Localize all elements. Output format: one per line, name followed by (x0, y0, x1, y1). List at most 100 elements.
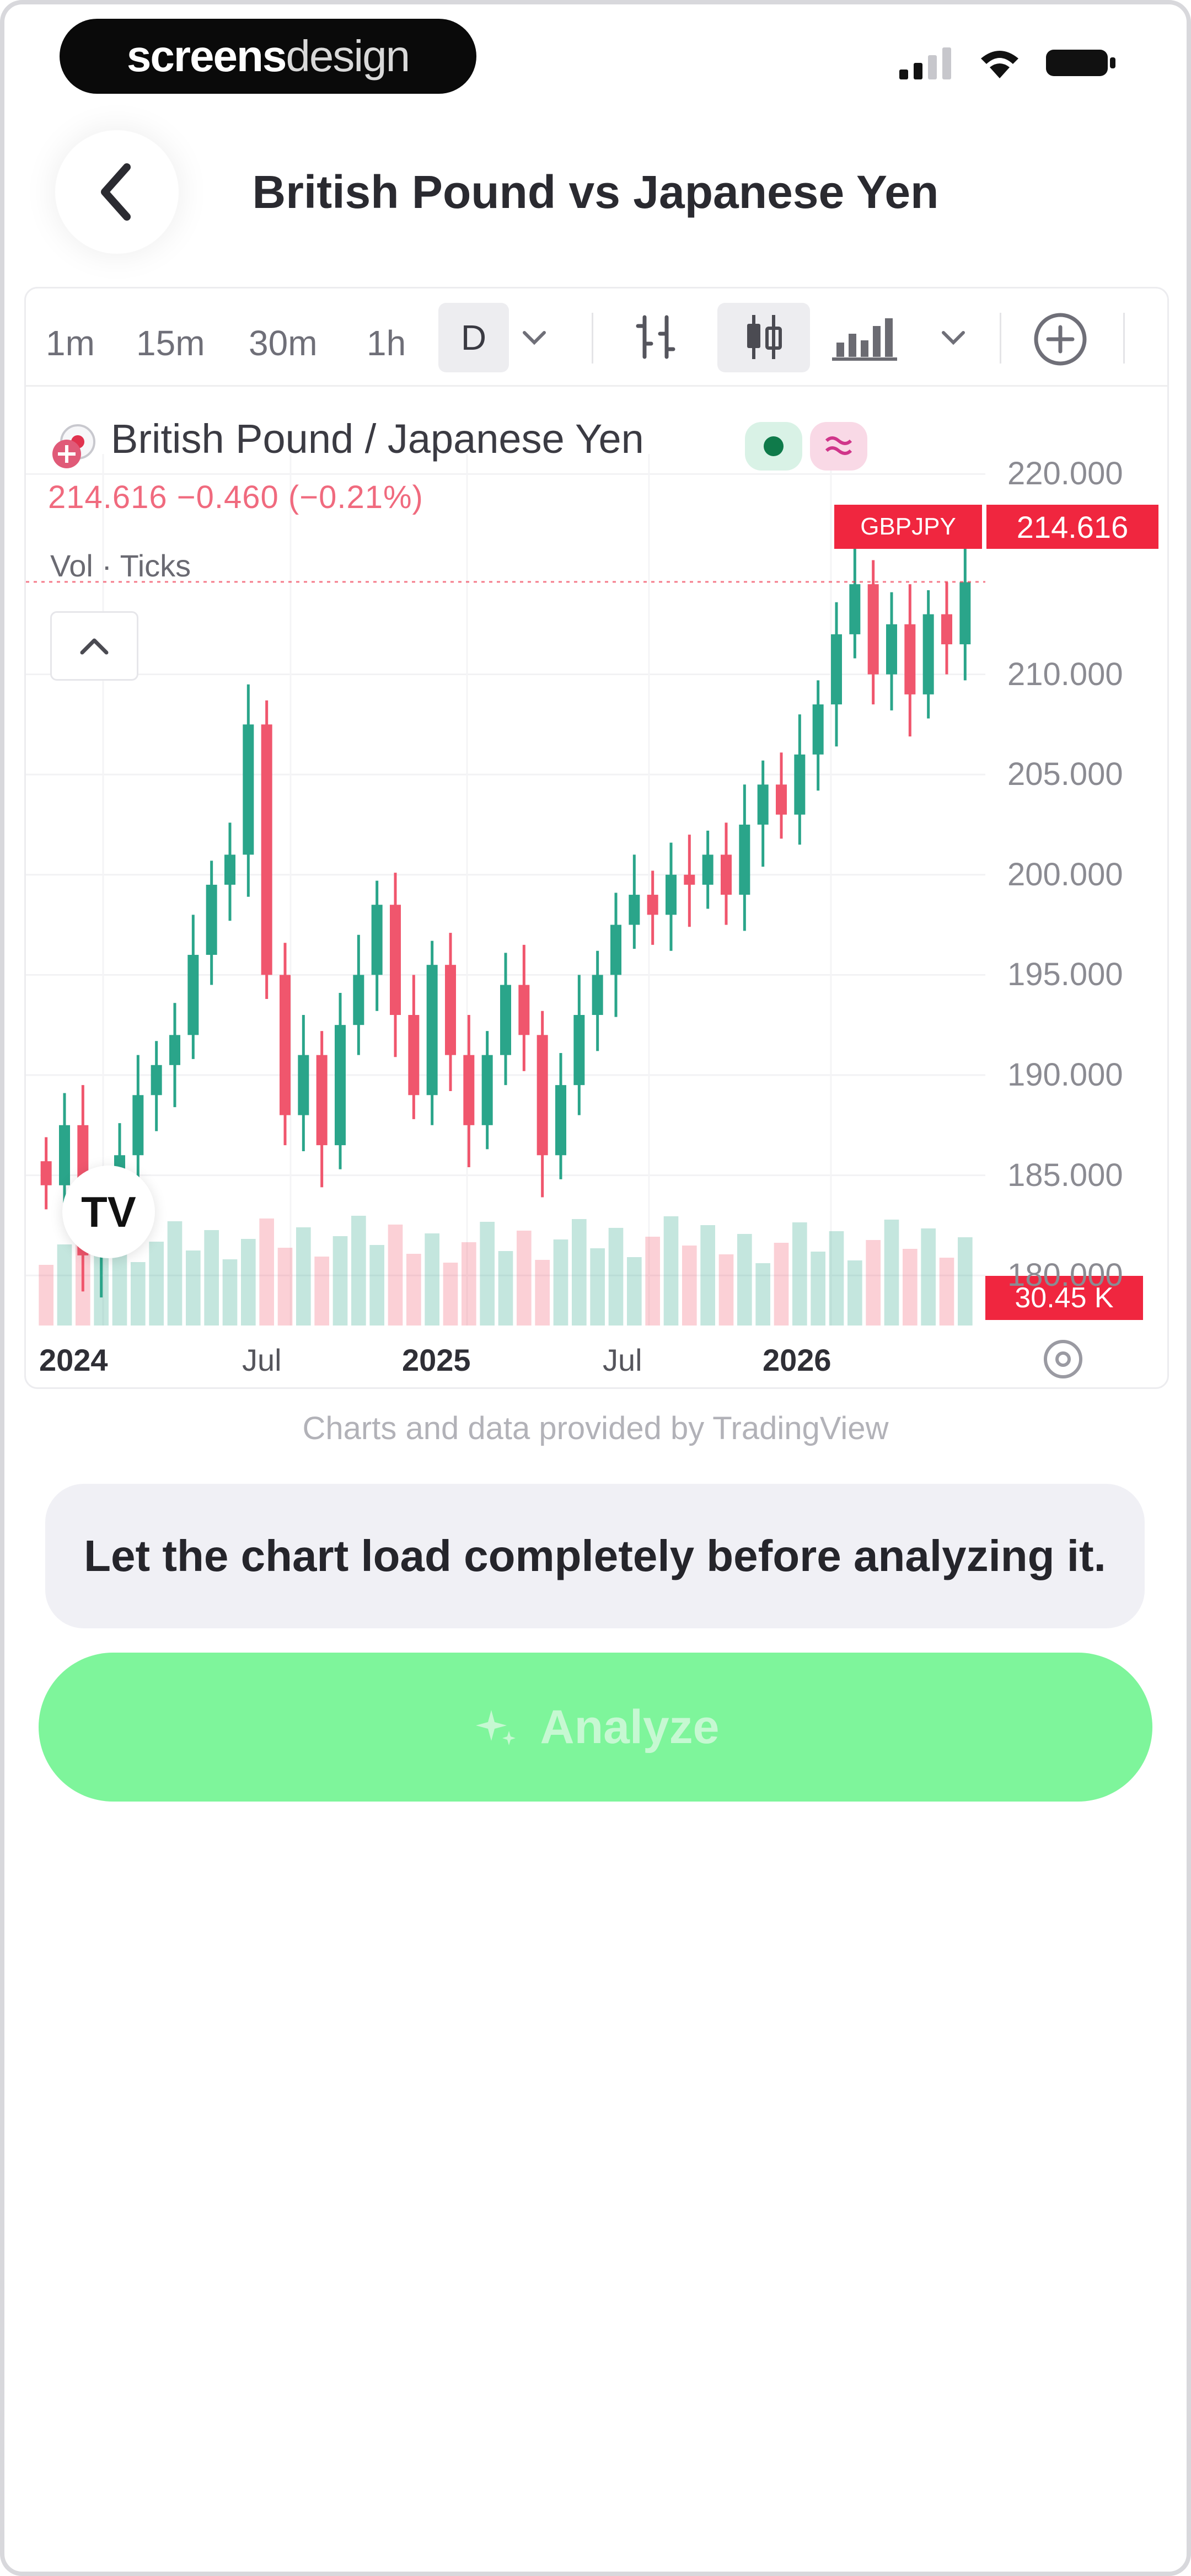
candle-body (463, 1055, 475, 1125)
volume-bar (847, 1260, 862, 1326)
volume-bar (241, 1239, 256, 1326)
y-axis-tick: 185.000 (1007, 1157, 1123, 1193)
y-axis-tick: 180.000 (1007, 1257, 1123, 1294)
candle-body (298, 1055, 309, 1115)
volume-bar (755, 1263, 770, 1326)
volume-bar (314, 1257, 329, 1326)
analyze-button[interactable]: Analyze (39, 1653, 1152, 1802)
gear-icon[interactable] (1040, 1337, 1086, 1382)
volume-bar (553, 1239, 568, 1326)
candle-body (390, 905, 401, 1016)
candle-body (316, 1055, 328, 1146)
y-axis-tick: 200.000 (1007, 856, 1123, 892)
symbol-price-tag: GBPJPY (834, 505, 982, 549)
volume-bar (351, 1216, 366, 1326)
volume-bar (535, 1260, 550, 1326)
volume-bar (737, 1234, 752, 1326)
x-axis-tick: 2025 (402, 1343, 471, 1377)
brand-text-bold: screens (126, 31, 287, 81)
volume-bar (774, 1243, 789, 1326)
candle-body (684, 874, 695, 885)
candle-body (959, 582, 971, 645)
candle-body (243, 724, 254, 855)
candle-body (518, 985, 530, 1035)
candle-body (280, 975, 291, 1115)
candle-body (776, 784, 787, 815)
currency-pair-icon (52, 424, 95, 468)
x-axis-tick: Jul (603, 1343, 642, 1377)
candle-body (555, 1085, 566, 1156)
y-axis-tick: 205.000 (1007, 756, 1123, 793)
volume-bar (388, 1225, 403, 1326)
wifi-icon (981, 51, 1018, 78)
sparkle-icon (476, 1710, 516, 1745)
x-axis-tick: 2024 (39, 1343, 108, 1377)
volume-bar (866, 1240, 881, 1326)
volume-bar (131, 1262, 146, 1326)
volume-bar (332, 1236, 348, 1326)
symbol-title: British Pound / Japanese Yen (111, 416, 644, 462)
volume-bar (57, 1244, 72, 1326)
chart-widget[interactable]: 1m 15m 30m 1h D British Pound / Japanese… (24, 287, 1169, 1389)
last-price-tag: 214.616 (986, 505, 1158, 549)
chevron-up-icon (80, 638, 109, 655)
candle-body (40, 1161, 52, 1185)
collapse-legend-button[interactable] (50, 611, 138, 681)
candle-body (132, 1095, 144, 1156)
data-status-icon[interactable] (809, 420, 868, 473)
volume-bar (167, 1221, 183, 1326)
volume-bar (921, 1228, 936, 1326)
volume-bar (498, 1251, 513, 1326)
volume-bar (204, 1230, 219, 1326)
brand-watermark: screens design (60, 19, 476, 94)
volume-bar (718, 1254, 734, 1326)
candle-body (867, 584, 879, 675)
candle-body (794, 754, 806, 815)
candle-body (592, 975, 603, 1016)
volume-bar (259, 1218, 274, 1326)
volume-bar (700, 1225, 715, 1326)
status-icons (899, 46, 1117, 79)
candle-body (426, 965, 438, 1095)
volume-bar (682, 1246, 697, 1326)
candle-body (187, 955, 199, 1035)
candle-body (922, 614, 934, 694)
candle-body (353, 975, 364, 1025)
volume-bar (296, 1227, 311, 1326)
candle-body (445, 965, 456, 1055)
candle-body (812, 704, 824, 755)
volume-bar (222, 1259, 238, 1326)
candle-body (261, 724, 272, 975)
candle-body (739, 824, 750, 895)
candle-body (904, 624, 916, 694)
volume-bar (369, 1245, 384, 1326)
y-axis-tick: 210.000 (1007, 656, 1123, 692)
loading-notice: Let the chart load completely before ana… (45, 1484, 1145, 1628)
chart-attribution[interactable]: Charts and data provided by TradingView (0, 1410, 1191, 1447)
volume-bar (645, 1237, 660, 1326)
candle-body (886, 624, 897, 675)
market-status-icon[interactable] (744, 420, 803, 473)
y-axis-tick: 220.000 (1007, 456, 1123, 492)
y-axis-tick: 195.000 (1007, 956, 1123, 993)
volume-bar (811, 1252, 825, 1326)
volume-bar (425, 1233, 439, 1326)
candle-body (206, 884, 217, 955)
candle-body (757, 784, 769, 825)
candle-body (721, 854, 732, 895)
volume-bar (517, 1231, 532, 1326)
screen: screens design British Pound vs Japanese … (0, 0, 1191, 2576)
brand-text-light: design (286, 31, 410, 81)
analyze-button-label: Analyze (540, 1700, 720, 1754)
candle-body (537, 1035, 548, 1156)
volume-indicator-label[interactable]: Vol · Ticks (50, 548, 191, 584)
cellular-signal-icon (899, 47, 951, 79)
candle-body (831, 634, 842, 705)
volume-bar (590, 1248, 605, 1326)
candle-body (371, 905, 383, 975)
volume-bar (903, 1249, 918, 1326)
candle-body (849, 584, 861, 634)
price-change: 214.616 −0.460 (−0.21%) (48, 479, 423, 515)
volume-bar (572, 1219, 587, 1326)
tradingview-logo-icon[interactable]: TV (62, 1166, 155, 1258)
